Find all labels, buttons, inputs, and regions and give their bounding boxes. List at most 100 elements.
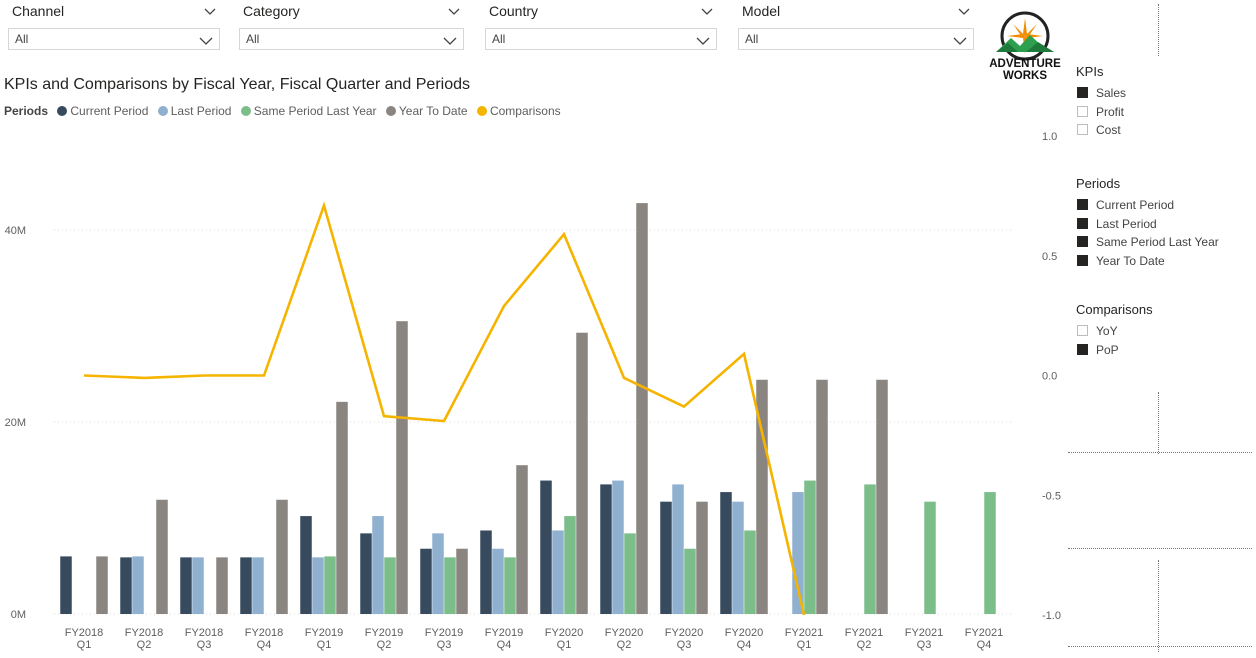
- bar-year-to-date: [336, 401, 348, 614]
- legend-item-last-period[interactable]: Last Period: [157, 104, 231, 118]
- x-tick-label-year: FY2021: [845, 627, 884, 639]
- chevron-down-icon[interactable]: [448, 5, 460, 17]
- x-tick-label-quarter: Q1: [317, 639, 332, 651]
- checkbox-icon[interactable]: [1077, 217, 1088, 229]
- x-tick-label-year: FY2018: [245, 627, 284, 639]
- slicer-country[interactable]: Country All: [485, 0, 717, 52]
- checkbox-icon[interactable]: [1077, 236, 1088, 247]
- legend-label: Same Period Last Year: [253, 104, 377, 118]
- checkbox-icon[interactable]: [1077, 254, 1088, 266]
- legend-item-same-period-last-year[interactable]: Same Period Last Year: [240, 104, 377, 118]
- x-tick-label-quarter: Q2: [857, 639, 872, 651]
- y-right-tick-label: -0.5: [1042, 490, 1061, 502]
- period-option-last[interactable]: Last Period: [1072, 215, 1252, 234]
- x-tick-label-quarter: Q2: [377, 639, 392, 651]
- bar-year-to-date: [276, 499, 288, 614]
- bar-same-period-last-year: [984, 492, 996, 614]
- bar-current-period: [660, 501, 672, 614]
- checkbox-icon[interactable]: [1077, 325, 1088, 336]
- period-option-same-last-year[interactable]: Same Period Last Year: [1072, 233, 1252, 252]
- checkbox-icon[interactable]: [1077, 199, 1088, 210]
- legend-item-comparisons[interactable]: Comparisons: [476, 104, 561, 118]
- comparisons-slicer: Comparisons YoY PoP: [1072, 302, 1252, 359]
- slicer-category-header[interactable]: Category: [243, 3, 464, 21]
- kpi-option-cost[interactable]: Cost: [1072, 121, 1252, 140]
- visual-border: [1068, 452, 1252, 454]
- comparisons-line: [83, 201, 806, 616]
- bar-year-to-date: [456, 548, 468, 614]
- legend-label: Year To Date: [398, 104, 468, 118]
- bar-same-period-last-year: [504, 557, 516, 614]
- chevron-down-icon[interactable]: [204, 5, 216, 17]
- slicer-category-label: Category: [243, 3, 300, 19]
- legend-dot: [157, 106, 168, 116]
- period-option-ytd[interactable]: Year To Date: [1072, 252, 1252, 271]
- chevron-down-icon[interactable]: [199, 33, 213, 47]
- x-tick-label-year: FY2020: [605, 627, 644, 639]
- bar-year-to-date: [156, 499, 168, 614]
- slicer-model-header[interactable]: Model: [742, 3, 974, 21]
- kpi-option-profit[interactable]: Profit: [1072, 103, 1252, 122]
- logo-text-line1: ADVENTURE: [989, 58, 1061, 70]
- slicer-channel-header[interactable]: Channel: [12, 3, 220, 21]
- slicer-model[interactable]: Model All: [738, 0, 974, 52]
- bar-last-period: [792, 492, 804, 614]
- comparison-option-pop[interactable]: PoP: [1072, 341, 1252, 360]
- x-tick-label-quarter: Q4: [257, 639, 272, 651]
- period-option-current[interactable]: Current Period: [1072, 196, 1252, 215]
- comparison-option-yoy[interactable]: YoY: [1072, 322, 1252, 341]
- slicer-category[interactable]: Category All: [239, 0, 464, 52]
- checkbox-icon[interactable]: [1077, 105, 1088, 117]
- bar-last-period: [492, 548, 504, 614]
- bar-same-period-last-year: [804, 480, 816, 614]
- checkbox-icon[interactable]: [1077, 124, 1088, 135]
- slicer-country-header[interactable]: Country: [489, 3, 717, 21]
- checkbox-icon[interactable]: [1077, 87, 1088, 98]
- visual-border: [1068, 646, 1252, 648]
- checkbox-icon[interactable]: [1077, 343, 1088, 355]
- x-tick-label-year: FY2018: [185, 627, 224, 639]
- bar-current-period: [600, 484, 612, 614]
- bar-same-period-last-year: [444, 557, 456, 614]
- x-tick-label-quarter: Q3: [917, 639, 932, 651]
- bar-current-period: [240, 557, 252, 614]
- legend-item-current-period[interactable]: Current Period: [57, 104, 148, 118]
- chevron-down-icon[interactable]: [953, 33, 967, 47]
- legend-label: Current Period: [70, 104, 149, 118]
- x-tick-label-quarter: Q4: [737, 639, 752, 651]
- bar-last-period: [132, 556, 144, 614]
- bar-current-period: [60, 556, 72, 614]
- periods-slicer: Periods Current Period Last Period Same …: [1072, 176, 1252, 270]
- bar-same-period-last-year: [744, 530, 756, 614]
- bar-same-period-last-year: [384, 557, 396, 614]
- legend-dot: [240, 106, 251, 116]
- slicer-country-dropdown[interactable]: All: [485, 28, 717, 50]
- x-tick-label-quarter: Q2: [617, 639, 632, 651]
- x-tick-label-year: FY2018: [65, 627, 104, 639]
- legend-dot: [476, 106, 487, 116]
- slicer-channel-dropdown[interactable]: All: [8, 28, 220, 50]
- x-tick-label-quarter: Q3: [677, 639, 692, 651]
- y-right-tick-label: -1.0: [1042, 610, 1061, 622]
- bar-same-period-last-year: [684, 548, 696, 614]
- chevron-down-icon[interactable]: [696, 33, 710, 47]
- chevron-down-icon[interactable]: [443, 33, 457, 47]
- legend-item-year-to-date[interactable]: Year To Date: [385, 104, 468, 118]
- legend-label: Comparisons: [489, 104, 561, 118]
- slicer-channel[interactable]: Channel All: [8, 0, 220, 52]
- slicer-category-dropdown[interactable]: All: [239, 28, 464, 50]
- periods-title: Periods: [1076, 176, 1121, 191]
- bar-last-period: [732, 501, 744, 614]
- kpi-option-sales[interactable]: Sales: [1072, 84, 1252, 103]
- chevron-down-icon[interactable]: [701, 5, 713, 17]
- slicer-model-dropdown[interactable]: All: [738, 28, 974, 50]
- chevron-down-icon[interactable]: [958, 5, 970, 17]
- bar-year-to-date: [516, 465, 528, 614]
- bar-year-to-date: [876, 379, 888, 614]
- bar-same-period-last-year: [324, 556, 336, 614]
- x-tick-label-year: FY2019: [485, 627, 524, 639]
- y-right-tick-label: 0.0: [1042, 371, 1057, 383]
- bar-year-to-date: [576, 332, 588, 614]
- x-tick-label-quarter: Q1: [77, 639, 92, 651]
- y-left-tick-label: 40M: [5, 225, 26, 237]
